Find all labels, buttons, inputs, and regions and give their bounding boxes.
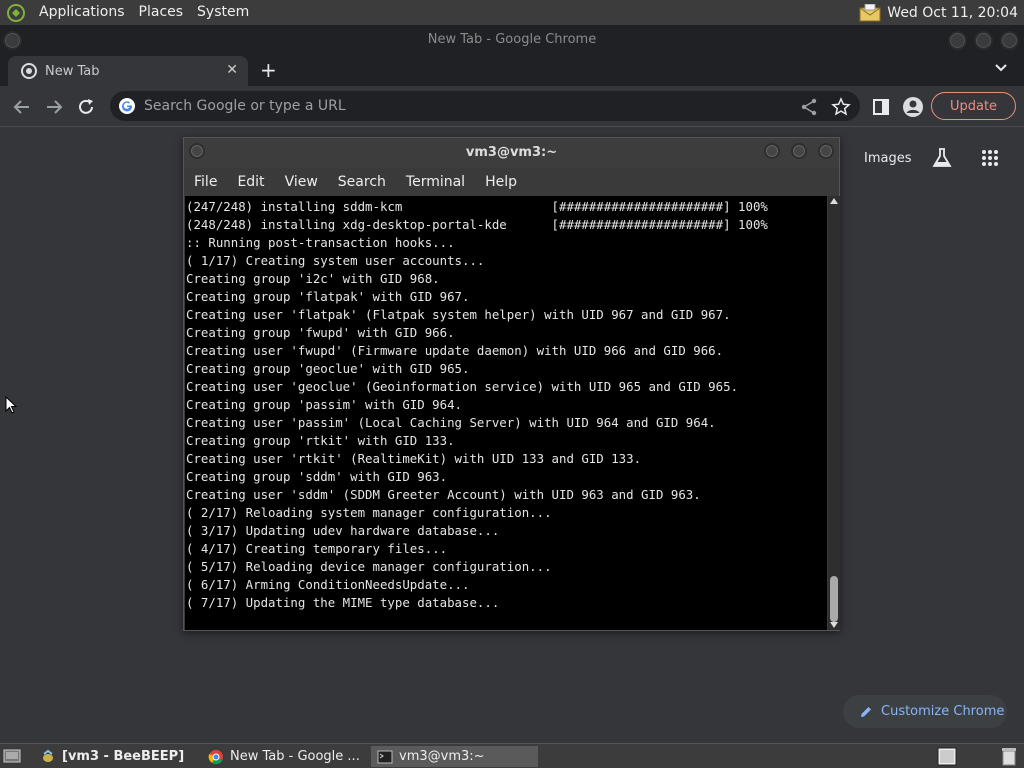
google-g-icon — [119, 98, 135, 114]
terminal-line: Creating group 'geoclue' with GID 965. — [186, 361, 470, 376]
terminal-line: (247/248) installing sddm-kcm [#########… — [186, 199, 768, 214]
back-arrow-icon[interactable] — [12, 97, 32, 117]
terminal-line: ( 5/17) Reloading device manager configu… — [186, 559, 552, 574]
show-desktop-icon[interactable] — [3, 748, 21, 764]
trash-icon[interactable] — [1001, 747, 1017, 766]
panel-tray: Wed Oct 11, 20:04 — [859, 3, 1024, 22]
minimize-button[interactable] — [948, 31, 967, 50]
taskbar-task-chrome[interactable]: New Tab - Google ... — [202, 746, 368, 767]
apps-grid-icon[interactable] — [981, 149, 999, 167]
terminal-line: ( 4/17) Creating temporary files... — [186, 541, 448, 556]
taskbar-task-label: [vm3 - BeeBEEP] — [62, 749, 185, 764]
terminal-titlebar[interactable]: vm3@vm3:~ — [184, 138, 839, 168]
terminal-window: vm3@vm3:~ File Edit View Search Terminal… — [183, 137, 840, 631]
terminal-line: Creating user 'flatpak' (Flatpak system … — [186, 307, 731, 322]
terminal-menubar: File Edit View Search Terminal Help — [184, 168, 839, 196]
terminal-maximize-button[interactable] — [791, 143, 807, 159]
tab-title: New Tab — [45, 63, 100, 79]
terminal-app-icon — [377, 750, 393, 763]
applications-menu[interactable]: Applications — [32, 0, 132, 25]
terminal-line: ( 7/17) Updating the MIME type database.… — [186, 595, 500, 610]
terminal-menu-help[interactable]: Help — [475, 174, 527, 190]
distro-logo-icon[interactable] — [6, 3, 26, 23]
taskbar: [vm3 - BeeBEEP] New Tab - Google ... vm3… — [0, 743, 1024, 768]
customize-chrome-button[interactable]: Customize Chrome — [843, 695, 1007, 728]
terminal-line: Creating user 'fwupd' (Firmware update d… — [186, 343, 724, 358]
workspace-switcher-icon[interactable] — [937, 747, 957, 766]
new-tab-button[interactable]: + — [260, 58, 277, 82]
terminal-line: ( 3/17) Updating udev hardware database.… — [186, 523, 500, 538]
tab-close-icon[interactable]: ✕ — [226, 62, 238, 78]
terminal-line: Creating user 'geoclue' (Geoinformation … — [186, 379, 739, 394]
taskbar-task-label: vm3@vm3:~ — [399, 749, 485, 764]
forward-arrow-icon[interactable] — [44, 97, 64, 117]
panel-clock[interactable]: Wed Oct 11, 20:04 — [887, 5, 1018, 21]
terminal-line: ( 1/17) Creating system user accounts... — [186, 253, 485, 268]
scrollbar-thumb[interactable] — [830, 576, 838, 622]
scroll-up-arrow-icon[interactable] — [830, 198, 838, 204]
share-icon[interactable] — [799, 97, 819, 117]
terminal-scrollbar[interactable] — [828, 196, 840, 630]
terminal-minimize-button[interactable] — [764, 143, 780, 159]
places-menu[interactable]: Places — [132, 0, 191, 25]
ntp-images-link[interactable]: Images — [864, 151, 912, 166]
omnibox-placeholder: Search Google or type a URL — [144, 98, 346, 114]
bookmark-star-icon[interactable] — [831, 97, 851, 117]
terminal-close-button[interactable] — [818, 143, 834, 159]
terminal-line: Creating group 'sddm' with GID 963. — [186, 469, 448, 484]
terminal-line: ( 6/17) Arming ConditionNeedsUpdate... — [186, 577, 470, 592]
taskbar-task-terminal[interactable]: vm3@vm3:~ — [371, 746, 538, 767]
terminal-menu-edit[interactable]: Edit — [227, 174, 274, 190]
panel-menu-bar: Applications Places System — [0, 0, 256, 25]
taskbar-task-beebeep[interactable]: [vm3 - BeeBEEP] — [34, 746, 202, 767]
side-panel-icon[interactable] — [871, 97, 891, 117]
terminal-title: vm3@vm3:~ — [465, 145, 558, 160]
terminal-output: (247/248) installing sddm-kcm [#########… — [186, 198, 768, 612]
system-menu[interactable]: System — [190, 0, 256, 25]
chrome-app-icon — [208, 749, 223, 764]
terminal-line: (248/248) installing xdg-desktop-portal-… — [186, 217, 768, 232]
chrome-favicon-icon — [21, 63, 37, 79]
toolbar-divider — [0, 126, 1024, 127]
terminal-line: Creating user 'sddm' (SDDM Greeter Accou… — [186, 487, 701, 502]
top-panel: Applications Places System Wed Oct 11, 2… — [0, 0, 1024, 25]
beebeep-app-icon — [43, 749, 53, 762]
maximize-button[interactable] — [974, 31, 993, 50]
terminal-line: Creating group 'passim' with GID 964. — [186, 397, 463, 412]
customize-chrome-label: Customize Chrome — [881, 704, 1005, 719]
close-window-button[interactable] — [1000, 31, 1019, 50]
omnibox[interactable]: Search Google or type a URL — [110, 91, 860, 121]
chrome-titlebar[interactable]: New Tab - Google Chrome — [0, 25, 1024, 56]
profile-avatar-icon[interactable] — [902, 96, 924, 118]
tab-search-chevron-icon[interactable] — [993, 60, 1009, 76]
terminal-line: Creating group 'fwupd' with GID 966. — [186, 325, 455, 340]
terminal-line: Creating group 'rtkit' with GID 133. — [186, 433, 455, 448]
chrome-toolbar: Search Google or type a URL Update — [0, 86, 1024, 128]
terminal-line: Creating user 'passim' (Local Caching Se… — [186, 415, 716, 430]
terminal-line: :: Running post-transaction hooks... — [186, 235, 455, 250]
pencil-icon — [861, 706, 871, 717]
terminal-line: Creating user 'rtkit' (RealtimeKit) with… — [186, 451, 642, 466]
tab-new-tab[interactable]: New Tab ✕ — [8, 56, 248, 86]
update-button[interactable]: Update — [931, 92, 1016, 120]
labs-flask-icon[interactable] — [932, 147, 952, 169]
mail-notification-icon[interactable] — [859, 3, 881, 22]
chrome-window-title: New Tab - Google Chrome — [427, 32, 597, 47]
terminal-screen[interactable]: (247/248) installing sddm-kcm [#########… — [185, 196, 827, 630]
terminal-menu-view[interactable]: View — [275, 174, 328, 190]
terminal-menu-search[interactable]: Search — [328, 174, 396, 190]
terminal-line: ( 2/17) Reloading system manager configu… — [186, 505, 552, 520]
mouse-cursor-icon — [5, 396, 17, 414]
terminal-menu-file[interactable]: File — [184, 174, 227, 190]
taskbar-task-label: New Tab - Google ... — [230, 749, 360, 764]
reload-icon[interactable] — [76, 97, 96, 117]
scroll-down-arrow-icon[interactable] — [830, 622, 838, 628]
terminal-line: Creating group 'flatpak' with GID 967. — [186, 289, 470, 304]
tab-strip: New Tab ✕ + — [0, 56, 1024, 86]
terminal-line: Creating group 'i2c' with GID 968. — [186, 271, 440, 286]
terminal-menu-terminal[interactable]: Terminal — [396, 174, 475, 190]
